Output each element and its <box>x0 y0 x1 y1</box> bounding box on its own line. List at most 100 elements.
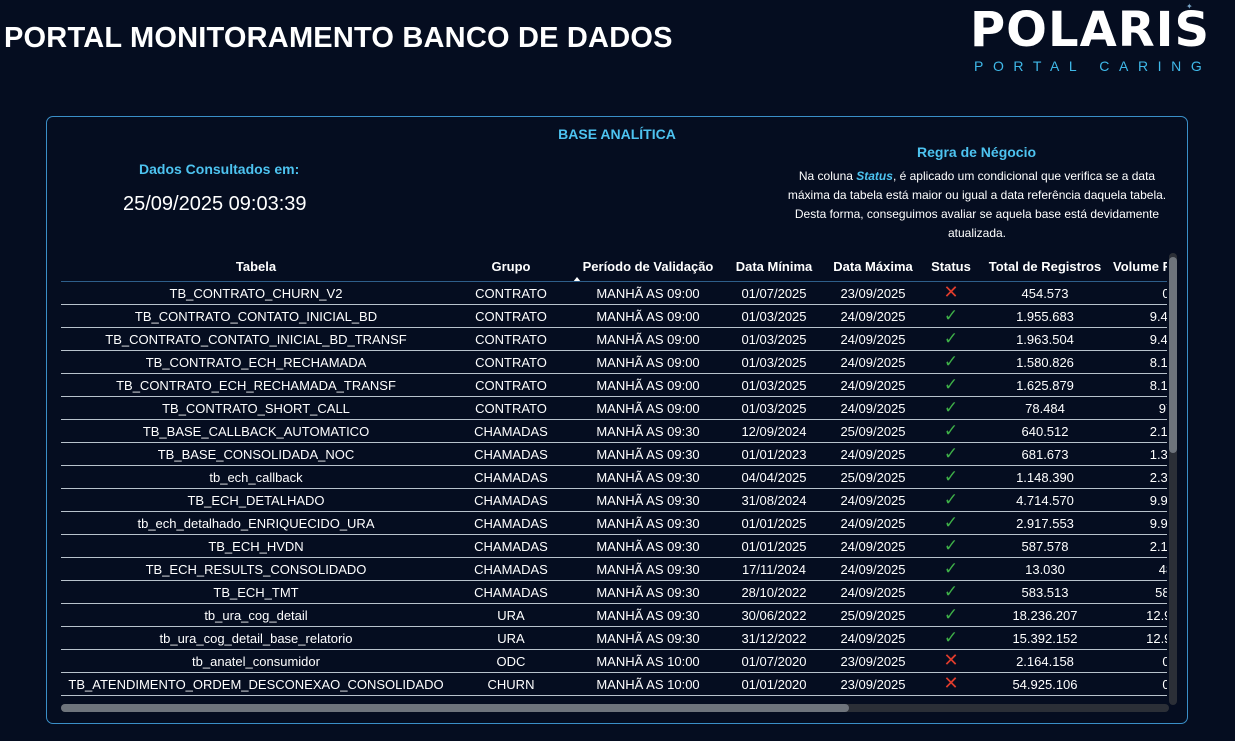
cell-periodo: MANHÃ AS 09:00 <box>571 327 725 351</box>
rule-description: Na coluna Status, é aplicado um condicio… <box>785 167 1169 243</box>
horizontal-scrollbar[interactable] <box>61 704 1169 712</box>
table-row[interactable]: TB_CONTRATO_CHURN_V2 CONTRATO MANHÃ AS 09:… <box>61 281 1167 305</box>
table-row[interactable]: TB_ATENDIMENTO_ORDEM_DESCONEXAO_CONSOLID… <box>61 672 1167 696</box>
cell-tabela: TB_CONTRATO_ECH_RECHAMADA_TRANSF <box>61 373 451 397</box>
cell-periodo: MANHÃ AS 09:00 <box>571 373 725 397</box>
cell-periodo: MANHÃ AS 09:00 <box>571 281 725 305</box>
table-row[interactable]: TB_ECH_DETALHADO CHAMADAS MANHÃ AS 09:30 31… <box>61 488 1167 512</box>
horizontal-scroll-thumb[interactable] <box>61 704 849 712</box>
column-header-status[interactable]: Status <box>923 251 979 282</box>
logo-wordmark: POLARIS <box>970 2 1211 58</box>
table-row[interactable]: TB_CONTRATO_ECH_RECHAMADA_TRANSF CONTRATO… <box>61 373 1167 397</box>
sort-ascending-icon <box>573 277 581 281</box>
cell-data-maxima: 23/09/2025 <box>823 281 923 305</box>
column-header-total-registros[interactable]: Total de Registros <box>979 251 1111 282</box>
cell-status: ✓ <box>923 419 979 443</box>
cell-tabela: TB_CONTRATO_ECH_RECHAMADA <box>61 350 451 374</box>
cell-volume: 0 <box>1111 695 1167 699</box>
check-icon: ✓ <box>943 559 959 578</box>
table-row[interactable]: TB_BASE_CALLBACK_AUTOMATICO CHAMADAS MANHÃ… <box>61 419 1167 443</box>
table-row[interactable]: tb_consumidor_govODCMANHÃ AS 10:0001/08/… <box>61 695 1167 699</box>
table-row[interactable]: tb_ura_cog_detail URA MANHÃ AS 09:30 30/06/… <box>61 603 1167 627</box>
table-row[interactable]: tb_ura_cog_detail_base_relatorio URA MANHÃ… <box>61 626 1167 650</box>
cell-grupo: URA <box>451 603 571 627</box>
cell-status: ✓ <box>923 580 979 604</box>
base-analitica-panel: BASE ANALÍTICA Dados Consultados em: 25/… <box>46 116 1188 724</box>
check-icon: ✓ <box>943 421 959 440</box>
column-header-tabela[interactable]: Tabela <box>61 251 451 282</box>
cell-status: ✕ <box>923 281 979 305</box>
cell-data-minima: 01/01/2025 <box>725 511 823 535</box>
column-header-data-minima[interactable]: Data Mínima <box>725 251 823 282</box>
cell-status: ✓ <box>923 603 979 627</box>
cell-periodo: MANHÃ AS 09:30 <box>571 534 725 558</box>
column-header-grupo[interactable]: Grupo <box>451 251 571 282</box>
cell-total-registros: 1.955.683 <box>979 304 1111 328</box>
table-row[interactable]: TB_CONTRATO_CONTATO_INICIAL_BD_TRANSF CON… <box>61 327 1167 351</box>
cell-data-minima: 28/10/2022 <box>725 580 823 604</box>
cell-data-maxima: 24/09/2025 <box>823 442 923 466</box>
cell-data-minima: 01/03/2025 <box>725 373 823 397</box>
cell-grupo: CHAMADAS <box>451 442 571 466</box>
vertical-scrollbar[interactable] <box>1169 253 1177 705</box>
cell-tabela: TB_ECH_DETALHADO <box>61 488 451 512</box>
cell-volume: 1.356 <box>1111 442 1167 466</box>
cell-status: ✓ <box>923 373 979 397</box>
cell-tabela: TB_BASE_CONSOLIDADA_NOC <box>61 442 451 466</box>
cell-data-minima: 30/06/2022 <box>725 603 823 627</box>
cell-grupo: ODC <box>451 649 571 673</box>
cell-total-registros: 583.513 <box>979 580 1111 604</box>
cell-data-maxima: 24/09/2025 <box>823 626 923 650</box>
cell-data-minima: 01/01/2020 <box>725 672 823 696</box>
cell-periodo: MANHÃ AS 09:30 <box>571 419 725 443</box>
rule-keyword: Status <box>856 169 893 183</box>
cell-periodo: MANHÃ AS 09:00 <box>571 304 725 328</box>
table-row[interactable]: TB_BASE_CONSOLIDADA_NOC CHAMADAS MANHÃ AS … <box>61 442 1167 466</box>
table-row[interactable]: tb_anatel_consumidor ODC MANHÃ AS 10:00 01/… <box>61 649 1167 673</box>
cell-volume: 9.479 <box>1111 327 1167 351</box>
column-header-data-maxima[interactable]: Data Máxima <box>823 251 923 282</box>
cell-grupo: CHAMADAS <box>451 419 571 443</box>
logo-subtitle: PORTAL CARING <box>974 58 1212 74</box>
table-row[interactable]: TB_ECH_RESULTS_CONSOLIDADO CHAMADAS MANHÃ … <box>61 557 1167 581</box>
vertical-scroll-thumb[interactable] <box>1169 257 1177 453</box>
column-header-periodo-label: Período de Validação <box>582 258 714 274</box>
cell-total-registros: 78.484 <box>979 396 1111 420</box>
cell-volume: 2.138 <box>1111 419 1167 443</box>
cell-data-maxima: 25/09/2025 <box>823 419 923 443</box>
cell-volume: 2.159 <box>1111 534 1167 558</box>
cell-periodo: MANHÃ AS 09:30 <box>571 580 725 604</box>
cell-data-maxima: 23/09/2025 <box>823 672 923 696</box>
column-header-volume[interactable]: Volume Registros <box>1111 251 1167 282</box>
table-row[interactable]: tb_ech_callback CHAMADAS MANHÃ AS 09:30 04/… <box>61 465 1167 489</box>
cell-data-maxima: 23/09/2025 <box>823 695 923 699</box>
cell-status: ✓ <box>923 442 979 466</box>
cell-grupo: CHAMADAS <box>451 511 571 535</box>
cell-total-registros: 1.580.826 <box>979 350 1111 374</box>
table-row[interactable]: tb_ech_detalhado_ENRIQUECIDO_URA CHAMADAS… <box>61 511 1167 535</box>
table-row[interactable]: TB_CONTRATO_ECH_RECHAMADA CONTRATO MANHÃ A… <box>61 350 1167 374</box>
table-row[interactable]: TB_ECH_TMT CHAMADAS MANHÃ AS 09:30 28/10/20… <box>61 580 1167 604</box>
cell-volume: 2.366 <box>1111 465 1167 489</box>
cell-volume: 9.479 <box>1111 304 1167 328</box>
table-row[interactable]: TB_ECH_HVDN CHAMADAS MANHÃ AS 09:30 01/01/2… <box>61 534 1167 558</box>
cell-status: ✕ <box>923 695 979 699</box>
cell-data-minima: 01/07/2025 <box>725 281 823 305</box>
table-row[interactable]: TB_CONTRATO_CONTATO_INICIAL_BD CONTRATO MA… <box>61 304 1167 328</box>
cell-total-registros: 54.925.106 <box>979 672 1111 696</box>
check-icon: ✓ <box>943 513 959 532</box>
cell-data-maxima: 24/09/2025 <box>823 511 923 535</box>
cell-status: ✓ <box>923 327 979 351</box>
cell-total-registros: 1.148.390 <box>979 465 1111 489</box>
cell-data-minima: 01/03/2025 <box>725 396 823 420</box>
cell-tabela: TB_BASE_CALLBACK_AUTOMATICO <box>61 419 451 443</box>
cell-data-minima: 12/09/2024 <box>725 419 823 443</box>
cell-total-registros: 1.625.879 <box>979 373 1111 397</box>
check-icon: ✓ <box>943 375 959 394</box>
cell-periodo: MANHÃ AS 09:30 <box>571 465 725 489</box>
table-row[interactable]: TB_CONTRATO_SHORT_CALL CONTRATO MANHÃ AS 0… <box>61 396 1167 420</box>
column-header-periodo[interactable]: Período de Validação <box>571 251 725 282</box>
cell-data-minima: 31/12/2022 <box>725 626 823 650</box>
cell-total-registros: 13.030 <box>979 557 1111 581</box>
cell-grupo: CHAMADAS <box>451 580 571 604</box>
